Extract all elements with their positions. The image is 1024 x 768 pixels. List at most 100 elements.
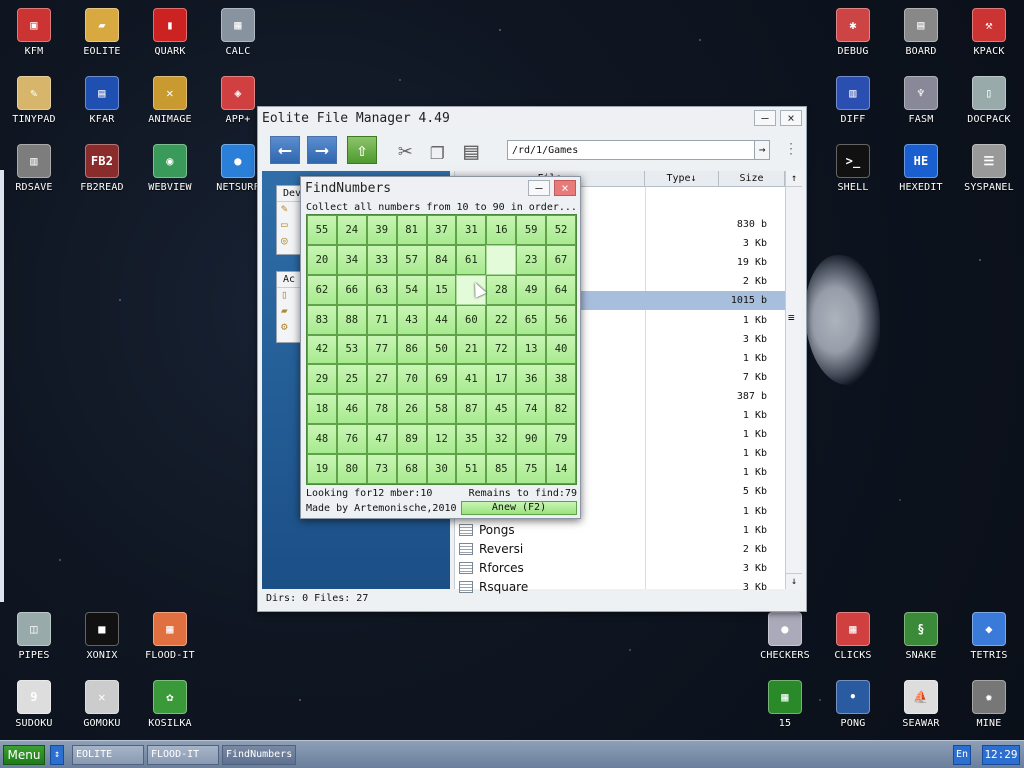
column-header-size[interactable]: Size [719, 171, 785, 187]
forward-button[interactable]: ⟶ [307, 136, 337, 164]
number-cell[interactable]: 56 [546, 304, 576, 335]
desktop-icon-debug[interactable]: ✱ DEBUG [819, 8, 887, 57]
number-cell[interactable]: 53 [336, 334, 367, 365]
number-cell[interactable]: 47 [366, 424, 397, 455]
number-cell[interactable]: 13 [516, 334, 547, 365]
number-cell[interactable]: 19 [307, 454, 337, 484]
desktop-icon-kfm[interactable]: ▣ KFM [0, 8, 68, 57]
scroll-thumb[interactable]: ≡ [788, 311, 795, 324]
number-cell[interactable]: 50 [426, 334, 457, 365]
number-cell[interactable]: 61 [456, 244, 487, 275]
language-indicator[interactable]: En [953, 745, 971, 765]
number-cell[interactable]: 69 [426, 364, 457, 395]
copy-icon[interactable]: ❐ [430, 137, 444, 165]
number-cell[interactable]: 12 [426, 424, 457, 455]
minimize-button[interactable]: – [754, 110, 776, 126]
number-cell[interactable]: 90 [516, 424, 547, 455]
number-cell[interactable]: 85 [486, 454, 517, 484]
desktop-icon-snake[interactable]: § SNAKE [887, 612, 955, 661]
desktop-icon-fasm[interactable]: ♆ FASM [887, 76, 955, 125]
number-cell[interactable]: 40 [546, 334, 576, 365]
column-header-type[interactable]: Type↓ [645, 171, 719, 187]
number-cell[interactable]: 34 [336, 244, 367, 275]
number-cell[interactable]: 35 [456, 424, 487, 455]
number-cell[interactable]: 68 [396, 454, 427, 484]
number-cell[interactable]: 16 [486, 215, 517, 245]
task-eolite[interactable]: EOLITE [72, 745, 144, 765]
number-cell[interactable]: 84 [426, 244, 457, 275]
desktop-icon-seawar[interactable]: ⛵ SEAWAR [887, 680, 955, 729]
number-cell[interactable]: 14 [546, 454, 576, 484]
desktop-icon-shell[interactable]: >_ SHELL [819, 144, 887, 193]
number-cell[interactable]: 81 [396, 215, 427, 245]
number-cell[interactable]: 54 [396, 274, 427, 305]
scroll-up-button[interactable]: ↑ [786, 171, 802, 187]
number-cell[interactable]: 87 [456, 394, 487, 425]
number-cell[interactable]: 48 [307, 424, 337, 455]
number-cell[interactable]: 62 [307, 274, 337, 305]
number-cell[interactable]: 15 [426, 274, 457, 305]
desktop-icon-tinypad[interactable]: ✎ TINYPAD [0, 76, 68, 125]
desktop-icon-eolite[interactable]: ▰ EOLITE [68, 8, 136, 57]
desktop-icon-syspanel[interactable]: ☰ SYSPANEL [955, 144, 1023, 193]
desktop-icon-board[interactable]: ▤ BOARD [887, 8, 955, 57]
number-cell[interactable]: 72 [486, 334, 517, 365]
desktop-icon-xonix[interactable]: ■ XONIX [68, 612, 136, 661]
menu-button[interactable]: Menu [3, 745, 45, 765]
file-row[interactable]: 3 Kb Rforces [455, 559, 785, 578]
file-row[interactable]: 3 Kb Rsquare [455, 578, 785, 597]
number-cell[interactable]: 76 [336, 424, 367, 455]
number-cell[interactable]: 63 [366, 274, 397, 305]
desktop-icon-fifteen[interactable]: ▦ 15 [751, 680, 819, 729]
number-cell[interactable]: 23 [516, 244, 547, 275]
number-cell[interactable]: 49 [516, 274, 547, 305]
number-cell[interactable]: 79 [546, 424, 576, 455]
minimize-button[interactable]: – [528, 180, 550, 196]
number-cell[interactable]: 88 [336, 304, 367, 335]
number-cell[interactable]: 21 [456, 334, 487, 365]
go-button[interactable]: → [754, 140, 770, 160]
switch-button[interactable]: ↕ [50, 745, 64, 765]
number-cell[interactable]: 77 [366, 334, 397, 365]
desktop-icon-calc[interactable]: ▦ CALC [204, 8, 272, 57]
desktop-icon-quark[interactable]: ▮ QUARK [136, 8, 204, 57]
number-cell[interactable]: 80 [336, 454, 367, 484]
number-cell[interactable]: 20 [307, 244, 337, 275]
back-button[interactable]: ⟵ [270, 136, 300, 164]
number-cell[interactable]: 38 [546, 364, 576, 395]
task-flood-it[interactable]: FLOOD-IT [147, 745, 219, 765]
number-cell[interactable]: 78 [366, 394, 397, 425]
eolite-titlebar[interactable]: Eolite File Manager 4.49 – × [258, 107, 806, 129]
desktop-icon-docpack[interactable]: ▯ DOCPACK [955, 76, 1023, 125]
number-cell[interactable]: 67 [546, 244, 576, 275]
number-cell[interactable]: 25 [336, 364, 367, 395]
number-cell[interactable]: 42 [307, 334, 337, 365]
number-cell[interactable]: 82 [546, 394, 576, 425]
number-cell[interactable]: 41 [456, 364, 487, 395]
number-cell[interactable]: 59 [516, 215, 547, 245]
desktop-icon-diff[interactable]: ▥ DIFF [819, 76, 887, 125]
task-findnumbers[interactable]: FindNumbers [222, 745, 296, 765]
number-cell[interactable]: 31 [456, 215, 487, 245]
desktop-icon-kosilka[interactable]: ✿ KOSILKA [136, 680, 204, 729]
desktop-icon-fb2read[interactable]: FB2 FB2READ [68, 144, 136, 193]
number-cell[interactable]: 43 [396, 304, 427, 335]
number-cell[interactable]: 18 [307, 394, 337, 425]
number-cell[interactable]: 32 [486, 424, 517, 455]
file-row[interactable]: 2 Kb Reversi [455, 540, 785, 559]
desktop-icon-sudoku[interactable]: 9 SUDOKU [0, 680, 68, 729]
number-cell[interactable]: 39 [366, 215, 397, 245]
toolbar-menu-icon[interactable]: ⋮ [784, 141, 798, 157]
desktop-icon-animage[interactable]: ✕ ANIMAGE [136, 76, 204, 125]
number-cell[interactable]: 24 [336, 215, 367, 245]
number-cell[interactable]: 58 [426, 394, 457, 425]
number-cell[interactable]: 44 [426, 304, 457, 335]
number-cell[interactable]: 28 [486, 274, 517, 305]
up-button[interactable]: ⇧ [347, 136, 377, 164]
desktop-icon-hexedit[interactable]: HE HEXEDIT [887, 144, 955, 193]
number-cell[interactable]: 64 [546, 274, 576, 305]
number-cell[interactable]: 37 [426, 215, 457, 245]
number-cell[interactable]: 33 [366, 244, 397, 275]
number-cell[interactable]: 65 [516, 304, 547, 335]
desktop-icon-pong[interactable]: • PONG [819, 680, 887, 729]
